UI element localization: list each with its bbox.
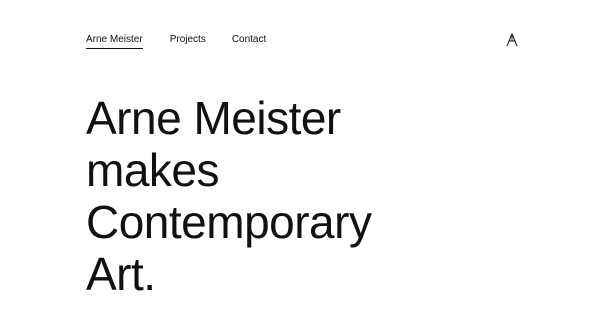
nav-item-contact[interactable]: Contact: [232, 34, 266, 49]
hero-line: Arne Meister: [86, 92, 341, 144]
nav-item-projects[interactable]: Projects: [170, 34, 206, 49]
monogram-a-icon[interactable]: [506, 32, 518, 47]
top-nav: Arne Meister Projects Contact: [86, 34, 266, 49]
nav-item-arne-meister[interactable]: Arne Meister: [86, 34, 143, 49]
hero-line: Contemporary: [86, 196, 372, 248]
hero-line: makes: [86, 144, 219, 196]
hero-headline: Arne Meister makes Contemporary Art.: [86, 92, 372, 300]
hero-line: Art.: [86, 248, 156, 300]
